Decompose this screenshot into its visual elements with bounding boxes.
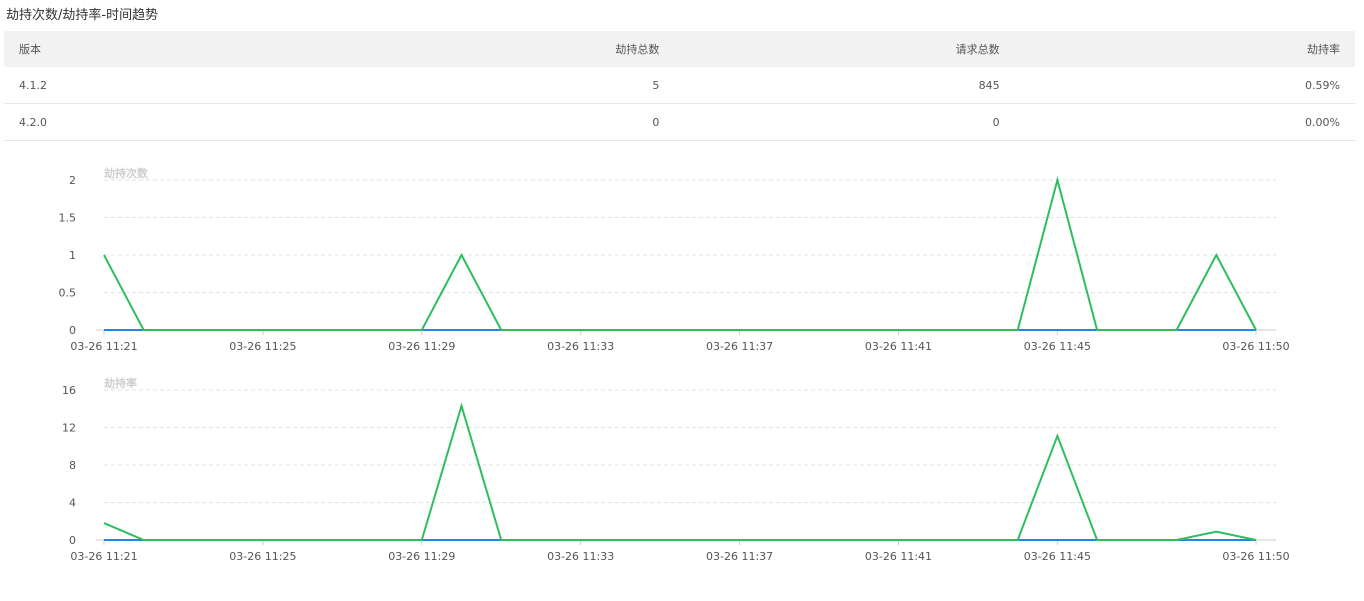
- x-tick-label: 03-26 11:45: [1024, 550, 1091, 563]
- table-row: 4.2.0 0 0 0.00%: [4, 103, 1355, 141]
- version-table: 版本 劫持总数 请求总数 劫持率 4.1.2 5 845 0.59% 4.2.0…: [4, 31, 1355, 141]
- x-tick-label: 03-26 11:21: [70, 550, 137, 563]
- x-tick-label: 03-26 11:41: [865, 550, 932, 563]
- x-tick-label: 03-26 11:25: [229, 340, 296, 353]
- y-tick-label: 0.5: [59, 287, 77, 300]
- hijack-rate-chart: 0 4 8 12 16 03-26 11:21 03-26 11:25 03-26 11:29…: [62, 376, 1290, 563]
- x-tick-label: 03-26 11:25: [229, 550, 296, 563]
- y-tick-label: 0: [69, 534, 76, 547]
- column-header-version[interactable]: 版本: [4, 31, 334, 67]
- y-tick-label: 2: [69, 174, 76, 187]
- x-tick-label: 03-26 11:50: [1222, 550, 1289, 563]
- table-header-row: 版本 劫持总数 请求总数 劫持率: [4, 31, 1355, 67]
- x-tick-label: 03-26 11:50: [1222, 340, 1289, 353]
- cell-version: 4.2.0: [4, 103, 334, 141]
- column-header-hijack-total[interactable]: 劫持总数: [334, 31, 675, 67]
- x-tick-label: 03-26 11:33: [547, 550, 614, 563]
- x-tick-label: 03-26 11:37: [706, 550, 773, 563]
- x-tick-label: 03-26 11:29: [388, 550, 455, 563]
- hijack-count-chart: 0 0.5 1 1.5 2 03-26 11:21 03-26 11:25 03-26 11:…: [59, 166, 1290, 353]
- hijack-rate-series-line-green: [103, 402, 1257, 541]
- cell-hijack-rate: 0.59%: [1014, 67, 1355, 104]
- y-tick-label: 12: [62, 422, 76, 435]
- x-tick-label: 03-26 11:37: [706, 340, 773, 353]
- y-tick-label: 1.5: [59, 212, 77, 225]
- x-tick-label: 03-26 11:41: [865, 340, 932, 353]
- cell-request-total: 0: [674, 103, 1015, 141]
- cell-hijack-total: 5: [334, 67, 675, 104]
- x-tick-label: 03-26 11:45: [1024, 340, 1091, 353]
- y-tick-label: 16: [62, 384, 76, 397]
- page-title: 劫持次数/劫持率-时间趋势: [6, 8, 159, 23]
- cell-request-total: 845: [674, 67, 1015, 104]
- x-tick-label: 03-26 11:29: [388, 340, 455, 353]
- y-tick-label: 8: [69, 459, 76, 472]
- y-tick-label: 0: [69, 324, 76, 337]
- column-header-request-total[interactable]: 请求总数: [674, 31, 1015, 67]
- chart-title: 劫持率: [104, 376, 137, 390]
- cell-hijack-total: 0: [334, 103, 675, 141]
- cell-version: 4.1.2: [4, 67, 334, 104]
- table-row: 4.1.2 5 845 0.59%: [4, 67, 1355, 104]
- chart-title: 劫持次数: [104, 166, 149, 180]
- x-tick-label: 03-26 11:21: [70, 340, 137, 353]
- y-tick-label: 1: [69, 249, 76, 262]
- column-header-hijack-rate[interactable]: 劫持率: [1014, 31, 1355, 67]
- cell-hijack-rate: 0.00%: [1014, 103, 1355, 141]
- y-tick-label: 4: [69, 497, 76, 510]
- x-tick-label: 03-26 11:33: [547, 340, 614, 353]
